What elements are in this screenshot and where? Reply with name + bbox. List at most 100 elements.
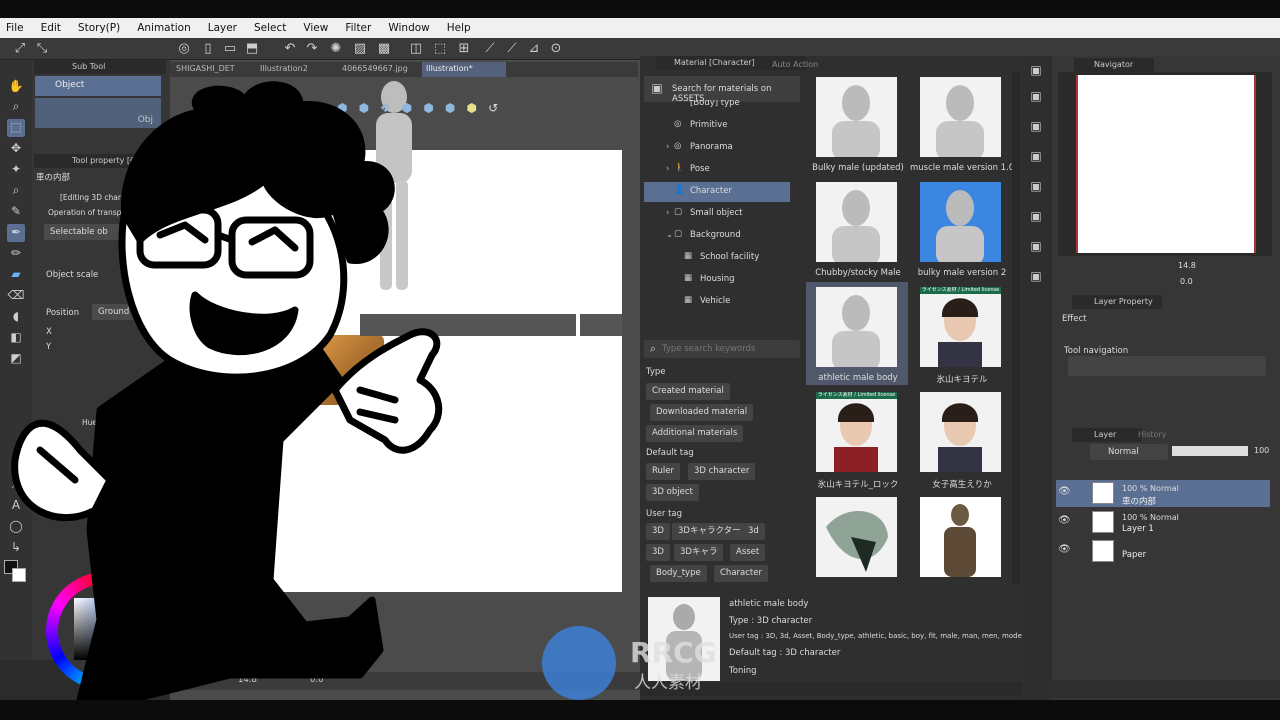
open-file-icon[interactable]: ▭ — [222, 41, 238, 57]
cartoon-presenter-overlay — [11, 81, 443, 700]
tree-expand-icon[interactable]: › — [666, 208, 669, 218]
material-item[interactable]: athletic male body — [806, 282, 908, 385]
tree-item[interactable]: [Body] type — [644, 100, 790, 114]
layer-row[interactable]: 👁 100 % Normal Layer 1 — [1056, 509, 1270, 536]
material-item[interactable]: ライセンス素材 / Limited license 氷山キヨテル — [910, 282, 1012, 385]
assets-search-button[interactable]: ▣ Search for materials on ASSETS — [644, 76, 800, 104]
menu-bar: File Edit Story(P) Animation Layer Selec… — [0, 18, 1280, 38]
layer-row[interactable]: 👁 Paper — [1056, 538, 1270, 565]
material-search-input[interactable] — [662, 342, 796, 356]
layer-row[interactable]: 👁 100 % Normal 車の内部 — [1056, 480, 1270, 507]
companion-icon[interactable]: ⊙ — [548, 41, 564, 57]
grid-snap-icon[interactable]: ⊿ — [526, 41, 542, 57]
material-item[interactable]: muscle male version 1.0 — [910, 72, 1012, 175]
material-thumbnail — [816, 287, 897, 367]
eye-icon[interactable]: 👁 — [1058, 544, 1071, 555]
material-item[interactable]: bulky male version 2 — [910, 177, 1012, 280]
user-tag[interactable]: 3D — [646, 523, 670, 540]
3d-reset-icon[interactable]: ↺ — [485, 100, 503, 118]
blend-mode-select[interactable]: Normal — [1090, 444, 1168, 460]
tree-expand-icon[interactable]: › — [666, 142, 669, 152]
user-tag[interactable]: 3D — [646, 544, 670, 561]
tool-navigation-button[interactable] — [1068, 356, 1266, 376]
special-ruler-snap-icon[interactable]: ⟋ — [504, 41, 520, 57]
tree-item[interactable]: ▦ Housing — [644, 270, 790, 290]
auto-action-tab[interactable]: Auto Action — [772, 58, 822, 72]
assets-icon[interactable]: ◎ — [176, 41, 192, 57]
material-thumbnail — [920, 77, 1001, 157]
type-tag[interactable]: Additional materials — [646, 425, 744, 442]
save-icon[interactable]: ⬒ — [244, 41, 260, 57]
tree-expand-icon[interactable]: ⌄ — [666, 230, 673, 240]
tree-item[interactable]: › ▢ Small object — [644, 204, 790, 224]
material-item[interactable]: ライセンス素材 / Limited license 氷山キヨテル_ロック — [806, 387, 908, 490]
material-item[interactable]: Chubby/stocky Male — [806, 177, 908, 280]
menu-select[interactable]: Select — [254, 22, 286, 34]
user-tag[interactable]: 3Dキャラ — [674, 544, 724, 561]
layer-thumbnail — [1092, 482, 1114, 504]
menu-file[interactable]: File — [6, 22, 24, 34]
tree-item[interactable]: ◎ Primitive — [644, 116, 790, 136]
eye-icon[interactable]: 👁 — [1058, 486, 1071, 497]
material-item[interactable]: 女子高生えりか — [910, 387, 1012, 490]
type-tag[interactable]: Downloaded material — [650, 404, 754, 421]
user-tag[interactable]: 3Dキャラクター — [672, 523, 747, 540]
eye-icon[interactable]: 👁 — [1058, 515, 1071, 526]
tree-item[interactable]: ▦ Vehicle — [644, 292, 790, 312]
palette-material-icon[interactable]: ▣ — [1027, 62, 1045, 80]
material-thumbnail — [816, 497, 897, 577]
snap-icon[interactable]: ⊞ — [456, 41, 472, 57]
default-tag[interactable]: Ruler — [646, 463, 680, 480]
ruler-snap-icon[interactable]: ⟋ — [482, 41, 498, 57]
tree-item[interactable]: ▦ School facility — [644, 248, 790, 268]
palette-history-icon[interactable]: ▣ — [1027, 178, 1045, 196]
tree-expand-icon[interactable]: › — [666, 164, 669, 174]
palette-layer-icon[interactable]: ▣ — [1027, 88, 1045, 106]
effect-label: Effect — [1062, 314, 1087, 324]
palette-color-icon[interactable]: ▣ — [1027, 148, 1045, 166]
default-tag[interactable]: 3D object — [646, 484, 699, 501]
material-search-box[interactable]: ⌕ — [644, 340, 800, 358]
menu-window[interactable]: Window — [388, 22, 429, 34]
menu-help[interactable]: Help — [447, 22, 471, 34]
fill-icon[interactable]: ▩ — [376, 41, 392, 57]
default-tag[interactable]: 3D character — [688, 463, 756, 480]
material-grid-scrollbar[interactable] — [1012, 72, 1020, 584]
tree-item[interactable]: ⌄ ▢ Background — [644, 226, 790, 246]
expand-icon[interactable]: ⤢ — [12, 41, 28, 57]
palette-animation-icon[interactable]: ▣ — [1027, 238, 1045, 256]
navigator-view[interactable] — [1058, 72, 1272, 256]
menu-edit[interactable]: Edit — [41, 22, 61, 34]
menu-animation[interactable]: Animation — [137, 22, 191, 34]
material-item[interactable] — [806, 492, 908, 584]
selection-icon[interactable]: ⬚ — [432, 41, 448, 57]
opacity-value: 100 — [1254, 446, 1270, 455]
history-tab[interactable]: History — [1138, 428, 1178, 442]
undo-icon[interactable]: ↶ — [282, 41, 298, 57]
menu-layer[interactable]: Layer — [208, 22, 237, 34]
material-item[interactable]: Bulky male (updated) — [806, 72, 908, 175]
menu-story[interactable]: Story(P) — [78, 22, 120, 34]
tree-item[interactable]: › ◎ Panorama — [644, 138, 790, 158]
material-item[interactable] — [910, 492, 1012, 584]
collapse-icon[interactable]: ⤡ — [34, 41, 50, 57]
clear-icon[interactable]: ▨ — [352, 41, 368, 57]
user-tag[interactable]: 3d — [742, 523, 765, 540]
menu-view[interactable]: View — [303, 22, 328, 34]
menu-filter[interactable]: Filter — [345, 22, 371, 34]
loading-icon[interactable]: ✺ — [328, 41, 344, 57]
palette-search-icon[interactable]: ▣ — [1027, 208, 1045, 226]
search-icon: ⌕ — [649, 342, 657, 355]
user-tag[interactable]: Asset — [730, 544, 766, 561]
palette-subview-icon[interactable]: ▣ — [1027, 118, 1045, 136]
tree-item[interactable]: 👤 Character — [644, 182, 790, 202]
redo-icon[interactable]: ↷ — [304, 41, 320, 57]
palette-timeline-icon[interactable]: ▣ — [1027, 268, 1045, 286]
new-file-icon[interactable]: ▯ — [200, 41, 216, 57]
type-tag[interactable]: Created material — [646, 383, 730, 400]
transform-icon[interactable]: ◫ — [408, 41, 424, 57]
tree-item[interactable]: › 🚶 Pose — [644, 160, 790, 180]
user-tag[interactable]: Body_type — [650, 565, 707, 582]
user-tag[interactable]: Character — [714, 565, 768, 582]
opacity-slider[interactable] — [1172, 446, 1248, 456]
